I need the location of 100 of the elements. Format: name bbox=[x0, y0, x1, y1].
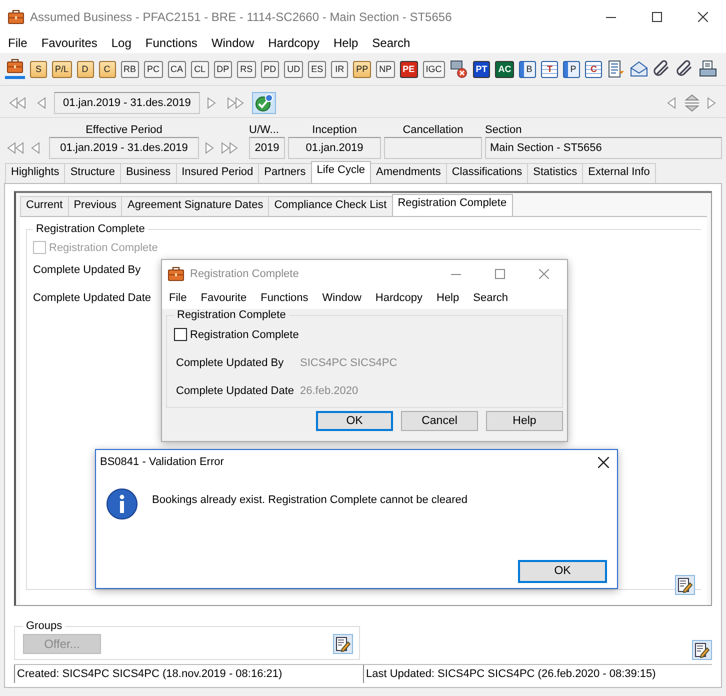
column-label: Inception bbox=[311, 124, 358, 136]
toolbar-button[interactable]: PP bbox=[353, 60, 372, 78]
printer-icon[interactable] bbox=[699, 60, 718, 78]
toolbar-button[interactable]: PT bbox=[472, 60, 490, 78]
toolbar-button[interactable]: CL bbox=[191, 60, 209, 78]
error-message: Bookings already exist. Registration Complete cannot be cleared bbox=[152, 493, 468, 506]
paperclip-icon[interactable] bbox=[653, 60, 672, 78]
next-arrow-icon[interactable] bbox=[205, 142, 215, 154]
toolbar-button[interactable]: CA bbox=[168, 60, 186, 78]
tab[interactable]: Registration Complete bbox=[392, 194, 513, 216]
right-arrow-icon[interactable] bbox=[707, 97, 717, 109]
menu-item[interactable]: File bbox=[8, 36, 28, 50]
toolbar-button[interactable]: AC bbox=[495, 60, 514, 78]
checkbox-label: Registration Complete bbox=[49, 242, 158, 254]
edit-button[interactable] bbox=[675, 575, 695, 595]
toolbar-button[interactable]: IGC bbox=[422, 60, 445, 78]
close-icon[interactable] bbox=[698, 12, 708, 22]
toolbar-button[interactable]: PE bbox=[400, 60, 418, 78]
menu-item[interactable]: Functions bbox=[260, 292, 308, 304]
toolbar-button[interactable]: C bbox=[585, 60, 602, 78]
toolbar-button[interactable]: C bbox=[98, 60, 116, 78]
briefcase-icon bbox=[7, 59, 23, 73]
menu-item[interactable]: Favourite bbox=[200, 292, 247, 304]
first-arrow-icon[interactable] bbox=[9, 97, 27, 109]
briefcase-icon bbox=[8, 10, 24, 24]
effective-period-field[interactable]: 01.jan.2019 - 31.des.2019 bbox=[49, 137, 199, 159]
edit-button[interactable] bbox=[692, 640, 712, 660]
menu-item[interactable]: Search bbox=[372, 36, 410, 50]
left-arrow-icon[interactable] bbox=[667, 97, 677, 109]
dialog-title: BS0841 - Validation Error bbox=[100, 456, 224, 468]
toolbar-button[interactable]: P bbox=[563, 60, 580, 78]
last-arrow-icon[interactable] bbox=[221, 142, 239, 154]
menu-item[interactable]: Hardcopy bbox=[375, 292, 422, 304]
toolbar-button[interactable]: PD bbox=[260, 60, 280, 78]
last-arrow-icon[interactable] bbox=[226, 97, 245, 109]
column-label: U/W... bbox=[249, 124, 280, 136]
tab[interactable]: Compliance Check List bbox=[268, 196, 393, 216]
menu-item[interactable]: Favourites bbox=[41, 36, 98, 50]
inception-field[interactable]: 01.jan.2019 bbox=[288, 137, 381, 159]
previous-arrow-icon[interactable] bbox=[37, 97, 47, 109]
pencil-document-icon bbox=[694, 642, 710, 658]
menu-item[interactable]: Search bbox=[473, 292, 508, 304]
menu-item[interactable]: Functions bbox=[145, 36, 198, 50]
group-title: Registration Complete bbox=[35, 223, 146, 235]
dialog-button[interactable]: OK bbox=[316, 411, 393, 431]
up-down-icon[interactable] bbox=[684, 94, 700, 112]
menu-item[interactable]: Hardcopy bbox=[268, 36, 320, 50]
info-icon bbox=[106, 488, 138, 520]
ok-button[interactable]: OK bbox=[518, 560, 607, 582]
field-value: SICS4PC SICS4PC bbox=[300, 357, 398, 369]
tab[interactable]: External Info bbox=[582, 163, 656, 183]
column-label: Section bbox=[485, 124, 523, 136]
checkbox[interactable] bbox=[174, 328, 187, 341]
menu-item[interactable]: Help bbox=[436, 292, 460, 304]
section-field[interactable]: Main Section - ST5656 bbox=[485, 137, 722, 159]
field-label: Complete Updated By bbox=[33, 264, 141, 276]
checkbox-label: Registration Complete bbox=[190, 328, 299, 340]
confirm-button[interactable] bbox=[252, 92, 276, 114]
menu-item[interactable]: Window bbox=[211, 36, 254, 50]
toolbar-button[interactable]: ES bbox=[308, 60, 326, 78]
menu-item[interactable]: File bbox=[169, 292, 187, 304]
toolbar-button[interactable] bbox=[5, 59, 25, 79]
toolbar-button[interactable]: S bbox=[30, 60, 47, 78]
menu-item[interactable]: Help bbox=[333, 36, 358, 50]
tab[interactable]: Highlights bbox=[5, 163, 66, 183]
tab[interactable]: Life Cycle bbox=[310, 161, 372, 183]
paperclip-icon[interactable] bbox=[676, 60, 694, 78]
toolbar-button[interactable]: RS bbox=[237, 60, 256, 78]
first-arrow-icon[interactable] bbox=[7, 142, 25, 154]
edit-button[interactable] bbox=[333, 634, 353, 654]
toolbar-button[interactable]: B bbox=[519, 60, 536, 78]
toolbar-button[interactable]: IR bbox=[331, 60, 348, 78]
period-field[interactable]: 01.jan.2019 - 31.des.2019 bbox=[54, 92, 200, 114]
tab[interactable]: Agreement Signature Dates bbox=[121, 196, 270, 216]
toolbar-button[interactable]: P/L bbox=[52, 60, 72, 78]
tab[interactable]: Previous bbox=[68, 196, 122, 216]
envelope-icon[interactable] bbox=[630, 60, 648, 78]
cancellation-field[interactable] bbox=[384, 137, 482, 159]
tab[interactable]: Current bbox=[20, 196, 69, 216]
toolbar-button[interactable]: NP bbox=[376, 60, 395, 78]
group-title: Groups bbox=[25, 620, 64, 632]
list-icon[interactable] bbox=[607, 60, 626, 78]
menu-item[interactable]: Log bbox=[111, 36, 132, 50]
dialog-button[interactable]: Cancel bbox=[401, 411, 478, 431]
toolbar-button[interactable]: DP bbox=[214, 60, 232, 78]
menu-item[interactable]: Window bbox=[322, 292, 362, 304]
toolbar-button[interactable]: T bbox=[541, 60, 558, 78]
previous-arrow-icon[interactable] bbox=[31, 142, 41, 154]
maximize-icon[interactable] bbox=[652, 12, 662, 22]
field-value: 26.feb.2020 bbox=[300, 385, 358, 397]
field-label: Complete Updated Date bbox=[176, 385, 296, 397]
toolbar-button[interactable]: RB bbox=[120, 60, 140, 78]
toolbar-button[interactable]: PC bbox=[144, 60, 163, 78]
next-arrow-icon[interactable] bbox=[206, 97, 217, 109]
uw-year-field[interactable]: 2019 bbox=[249, 137, 285, 159]
dialog-button[interactable]: Help bbox=[486, 411, 563, 431]
toolbar-button[interactable]: D bbox=[76, 60, 94, 78]
close-icon[interactable] bbox=[598, 456, 609, 468]
toolbar-button[interactable]: UD bbox=[284, 60, 304, 78]
pencil-document-icon bbox=[335, 636, 351, 652]
